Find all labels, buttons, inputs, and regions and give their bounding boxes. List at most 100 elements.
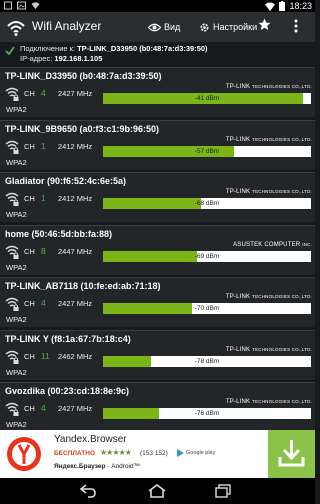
network-title: TP-LINK_9B9650 (a0:f3:c1:9b:96:50) xyxy=(5,123,160,134)
download-icon xyxy=(278,440,305,467)
frequency: 2412 MHz xyxy=(58,194,93,203)
signal-bar: -76 dBm xyxy=(103,408,311,419)
connection-info: Подключение к: TP-LINK_D33950 (b0:48:7a:… xyxy=(0,42,315,66)
eye-icon xyxy=(148,23,161,31)
google-play-icon xyxy=(177,449,184,457)
network-card[interactable]: Gvozdika (00:23:cd:18:8e:9c) CH 4 2427 MHz W… xyxy=(0,382,315,432)
security-type: WPA2 xyxy=(6,105,27,114)
frequency: 2427 MHz xyxy=(58,404,93,413)
frequency: 2427 MHz xyxy=(58,89,93,98)
network-card[interactable]: TP-LINK Y (f8:1a:67:7b:18:c4) CH 11 2462 MH… xyxy=(0,329,315,380)
channel-label: CH xyxy=(24,141,35,151)
frequency: 2412 MHz xyxy=(58,141,93,151)
frequency: 2447 MHz xyxy=(58,246,93,256)
network-card[interactable]: TP-LINK_AB7118 (10:fe:ed:ab:71:18) CH 4 242… xyxy=(0,277,315,327)
notification-square-icon xyxy=(4,1,12,10)
signal-bar: -41 dBm xyxy=(103,93,311,104)
ad-rating-count: (153 152) xyxy=(140,450,168,457)
wifi-analyzer-app-icon[interactable] xyxy=(6,17,26,37)
ad-banner[interactable]: Yandex.Browser БЕСПЛАТНО ★★★★★ (153 152)… xyxy=(0,430,315,478)
channel-label: CH xyxy=(24,351,35,361)
ip-label: IP-адрес: xyxy=(20,54,55,63)
vendor-name: TP-LINK TECHNOLOGIES CO.,LTD. xyxy=(226,189,312,195)
signal-strength: -68 dBm xyxy=(194,200,220,207)
connected-network: TP-LINK_D33950 (b0:48:7a:d3:39:50) xyxy=(77,44,208,53)
network-title: Gvozdika (00:23:cd:18:8e:9c) xyxy=(5,386,130,396)
back-icon[interactable] xyxy=(80,484,96,498)
signal-bar: -68 dBm xyxy=(103,198,311,209)
network-card[interactable]: TP-LINK_9B9650 (a0:f3:c1:9b:96:50) CH 1 241… xyxy=(0,119,315,170)
channel-label: CH xyxy=(24,246,35,256)
vendor-main: TP-LINK xyxy=(225,136,251,143)
settings-button[interactable]: Настройки xyxy=(199,18,257,36)
security-type: WPA2 xyxy=(6,420,27,429)
signal-strength: -41 dBm xyxy=(194,95,220,102)
vendor-main: ASUSTEK COMPUTER xyxy=(233,241,301,248)
frequency: 2427 MHz xyxy=(58,299,93,308)
vendor-suffix: TECHNOLOGIES CO.,LTD. xyxy=(252,294,312,299)
lock-icon xyxy=(13,94,19,101)
network-card[interactable]: home (50:46:5d:bb:fa:88) CH 8 2447 MHz WPA2 A… xyxy=(0,224,315,275)
signal-strength: -57 dBm xyxy=(194,147,220,155)
vendor-suffix: TECHNOLOGIES CO.,LTD. xyxy=(252,84,312,89)
network-card[interactable]: Gladiator (90:f6:52:4c:6e:5a) CH 1 2412 MHz… xyxy=(0,172,315,222)
lock-icon xyxy=(13,356,19,364)
image-icon xyxy=(17,1,26,10)
signal-bar: -70 dBm xyxy=(103,303,311,314)
channel-number: 4 xyxy=(41,403,46,413)
security-type: WPA2 xyxy=(6,315,27,324)
vendor-name: TP-LINK TECHNOLOGIES CO.,LTD. xyxy=(226,84,312,90)
overflow-menu-icon[interactable] xyxy=(294,19,298,33)
lock-icon xyxy=(13,409,19,416)
network-title: TP-LINK_D33950 (b0:48:7a:d3:39:50) xyxy=(5,71,162,81)
vendor-main: TP-LINK xyxy=(225,399,251,405)
lock-icon xyxy=(13,146,19,154)
vendor-main: TP-LINK xyxy=(225,346,251,353)
view-button[interactable]: Вид xyxy=(148,18,180,36)
vendor-suffix: TECHNOLOGIES CO.,LTD. xyxy=(252,189,312,194)
home-icon[interactable] xyxy=(148,484,166,498)
channel-label: CH xyxy=(24,299,35,308)
channel-number: 1 xyxy=(41,140,46,151)
vendor-main: TP-LINK xyxy=(225,189,251,195)
network-card[interactable]: TP-LINK_D33950 (b0:48:7a:d3:39:50) CH 4 242… xyxy=(0,67,315,117)
security-type: WPA2 xyxy=(6,157,27,167)
wifi-signal-icon xyxy=(265,2,276,11)
navigation-bar xyxy=(0,478,315,504)
action-bar: Wifi Analyzer Вид Настройки xyxy=(0,12,315,42)
system-status: 18:23 xyxy=(265,0,312,12)
network-title: home (50:46:5d:bb:fa:88) xyxy=(5,228,113,239)
ad-price: БЕСПЛАТНО xyxy=(54,450,96,457)
channel-number: 1 xyxy=(41,193,46,203)
signal-bar: -57 dBm xyxy=(103,145,311,157)
settings-icon xyxy=(200,22,209,32)
status-bar: 18:23 xyxy=(0,0,315,12)
star-icon[interactable] xyxy=(258,18,271,31)
network-title: Gladiator (90:f6:52:4c:6e:5a) xyxy=(5,176,127,186)
signal-strength: -69 dBm xyxy=(194,252,220,260)
checkmark-icon xyxy=(5,46,15,55)
security-type: WPA2 xyxy=(6,367,27,377)
vendor-name: TP-LINK TECHNOLOGIES CO.,LTD. xyxy=(226,294,312,300)
vendor-name: TP-LINK TECHNOLOGIES CO.,LTD. xyxy=(226,137,312,143)
ad-download-button[interactable] xyxy=(268,430,315,478)
channel-number: 8 xyxy=(41,245,46,256)
ad-subtitle-brand: Яндекс.Браузер xyxy=(54,463,106,470)
vendor-suffix: TECHNOLOGIES CO.,LTD. xyxy=(252,136,312,142)
wifi-notification-icon xyxy=(31,2,40,9)
channel-number: 4 xyxy=(41,88,46,98)
yandex-browser-logo xyxy=(7,437,41,471)
ad-app-name: Yandex.Browser xyxy=(54,434,127,445)
lock-icon xyxy=(13,304,19,311)
battery-icon xyxy=(279,1,286,11)
channel-number: 4 xyxy=(41,298,46,308)
vendor-main: TP-LINK xyxy=(225,294,251,300)
vendor-suffix: TECHNOLOGIES CO.,LTD. xyxy=(252,399,312,404)
recent-apps-icon[interactable] xyxy=(215,484,231,498)
notification-icons xyxy=(4,1,40,10)
vendor-suffix: TECHNOLOGIES CO.,LTD. xyxy=(252,346,312,352)
ad-subtitle-platform: - Android™ xyxy=(105,463,141,470)
clock: 18:23 xyxy=(289,1,312,11)
ad-rating-stars: ★★★★★ xyxy=(100,448,132,457)
vendor-name: TP-LINK TECHNOLOGIES CO.,LTD. xyxy=(226,347,312,353)
